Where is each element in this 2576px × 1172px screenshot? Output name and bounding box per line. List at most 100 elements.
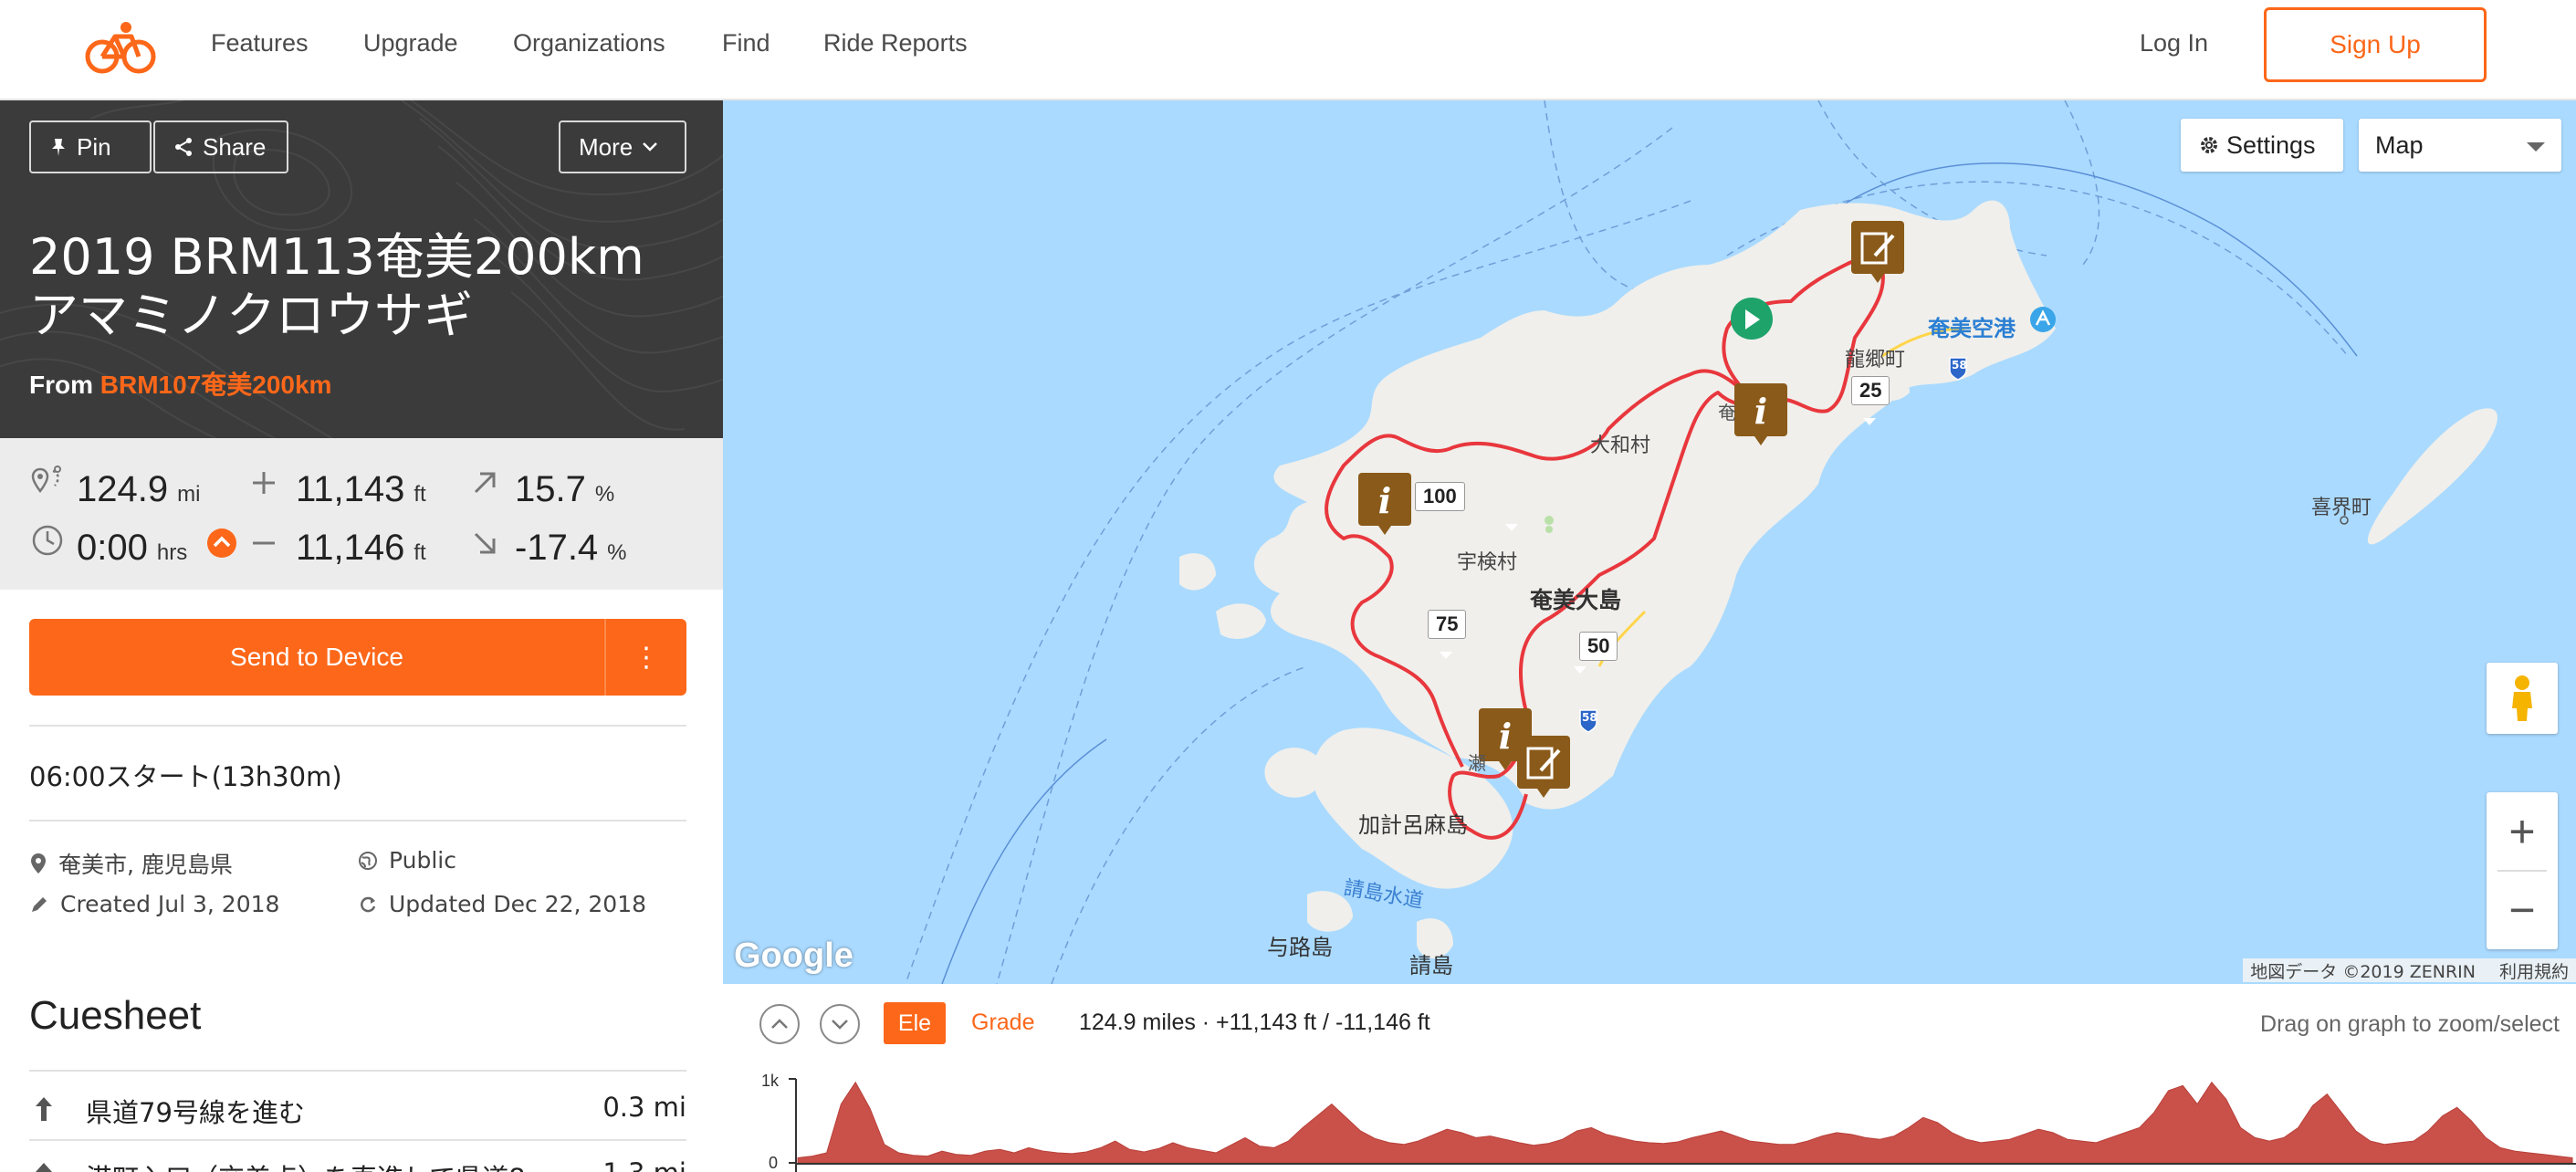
route-58-label: 58: [1582, 711, 1597, 724]
stat-time: 0:00 hrs: [77, 528, 187, 569]
chevron-down-icon: [643, 142, 658, 152]
route-stats: 124.9 mi 11,143 ft 15.7 % 0:00 hrs 11,14…: [0, 438, 723, 590]
arrow-up-right-icon: [474, 472, 496, 494]
nav-upgrade[interactable]: Upgrade: [363, 29, 458, 58]
map-label-tatsugo: 龍郷町: [1845, 349, 1906, 371]
signup-button[interactable]: Sign Up: [2264, 7, 2487, 82]
arrow-down-right-icon: [474, 532, 496, 554]
meta-visibility: Public: [358, 847, 456, 874]
map-label-yamato: 大和村: [1590, 434, 1651, 457]
map-settings-label: Settings: [2226, 131, 2316, 159]
map-type-value: Map: [2375, 131, 2424, 159]
route-details-panel: Pin Share More 2019 BRM113奄美200km アマミノクロ…: [0, 100, 723, 1172]
info-marker-icon[interactable]: i: [1734, 383, 1787, 445]
map-label-kakeroma: 加計呂麻島: [1358, 812, 1468, 838]
updated-text: Updated Dec 22, 2018: [389, 891, 647, 917]
route-title: 2019 BRM113奄美200km アマミノクロウサギ: [29, 228, 705, 345]
elevation-chart[interactable]: [723, 984, 2576, 1172]
ride-with-gps-logo[interactable]: [84, 20, 157, 75]
visibility-text: Public: [389, 847, 456, 874]
divider: [29, 725, 686, 727]
svg-text:i: i: [1378, 480, 1391, 521]
gear-icon: [2201, 137, 2217, 153]
more-label: More: [579, 132, 634, 161]
distance-marker-75[interactable]: 75: [1428, 610, 1467, 639]
map-terms-link[interactable]: 利用規約: [2499, 958, 2569, 983]
street-view-pegman[interactable]: [2487, 663, 2558, 734]
map-canvas[interactable]: i i i: [723, 100, 2576, 984]
zoom-controls: + −: [2487, 792, 2558, 949]
arrow-up-icon: [36, 1163, 52, 1172]
distance-marker-25[interactable]: 25: [1851, 376, 1890, 405]
checkpoint-marker-icon[interactable]: [1851, 221, 1904, 283]
cue-text: 県道79号線を進む: [86, 1097, 305, 1128]
location-pin-icon: [31, 853, 46, 874]
pin-icon: [52, 139, 65, 156]
pin-label: Pin: [77, 132, 111, 161]
share-label: Share: [203, 132, 267, 161]
cue-distance: 0.3 mi: [602, 1092, 686, 1123]
elevation-panel: Ele Grade 124.9 miles · +11,143 ft / -11…: [723, 984, 2576, 1172]
map-label-yoro: 与路島: [1267, 935, 1333, 960]
map-settings-button[interactable]: Settings: [2181, 119, 2343, 172]
more-button[interactable]: More: [559, 120, 686, 173]
svg-text:i: i: [1499, 716, 1512, 757]
location-text: 奄美市, 鹿児島県: [58, 852, 233, 878]
pin-button[interactable]: Pin: [29, 120, 152, 173]
nav-ride-reports[interactable]: Ride Reports: [823, 29, 968, 58]
created-text: Created Jul 3, 2018: [60, 891, 280, 917]
send-to-device-button[interactable]: Send to Device: [29, 619, 604, 696]
distance-unit: mi: [177, 482, 201, 507]
meta-location: 奄美市, 鹿児島県: [29, 847, 233, 880]
distance-value: 124.9: [77, 469, 169, 509]
loss-value: 11,146: [296, 528, 405, 568]
distance-marker-50[interactable]: 50: [1579, 632, 1618, 661]
distance-icon: [31, 466, 61, 494]
map-type-select[interactable]: Map: [2359, 119, 2561, 172]
checkpoint-marker-icon[interactable]: [1517, 736, 1570, 798]
clock-icon: [32, 525, 63, 556]
stat-min-grade: -17.4 %: [515, 528, 627, 569]
nav-organizations[interactable]: Organizations: [513, 29, 665, 58]
nav-features[interactable]: Features: [211, 29, 309, 58]
gain-value: 11,143: [296, 469, 405, 509]
from-link[interactable]: BRM107奄美200km: [100, 371, 332, 399]
pencil-icon: [32, 896, 47, 912]
map-label-kikai: 喜界町: [2311, 497, 2372, 519]
nav-find[interactable]: Find: [722, 29, 770, 58]
time-unit: hrs: [156, 540, 188, 565]
upgrade-chevron-icon[interactable]: [206, 528, 237, 559]
distance-marker-100[interactable]: 100: [1415, 482, 1465, 511]
share-button[interactable]: Share: [153, 120, 288, 173]
cue-row[interactable]: 港町入口（交差点）を直進して県道8 1.3 mi: [29, 1157, 686, 1172]
elevation-profile-area: [797, 1081, 2573, 1164]
refresh-icon: [361, 896, 376, 912]
route-description: 06:00スタート(13h30m): [29, 761, 342, 792]
zoom-in-button[interactable]: +: [2487, 792, 2558, 871]
map-label-uken: 宇検村: [1457, 551, 1518, 574]
divider: [29, 1070, 686, 1072]
route-title-line1: 2019 BRM113奄美200km: [29, 228, 644, 286]
max-grade-unit: %: [594, 482, 615, 507]
map-label-setouchi: 瀬: [1468, 752, 1486, 774]
kikaijima-island: [2367, 408, 2497, 545]
meta-created: Created Jul 3, 2018: [29, 891, 279, 917]
gain-unit: ft: [414, 482, 426, 507]
divider: [29, 1139, 686, 1141]
cue-row[interactable]: 県道79号線を進む 0.3 mi: [29, 1092, 686, 1128]
info-marker-icon[interactable]: i: [1358, 473, 1411, 535]
min-grade-unit: %: [607, 540, 627, 565]
svg-text:i: i: [1754, 391, 1767, 432]
top-navigation: Features Upgrade Organizations Find Ride…: [0, 0, 2576, 100]
meta-updated: Updated Dec 22, 2018: [358, 891, 646, 917]
zoom-out-button[interactable]: −: [2487, 871, 2558, 949]
stat-max-grade: 15.7 %: [515, 469, 614, 510]
send-options-button[interactable]: ⋮: [606, 619, 686, 696]
map-label-airport: 奄美空港: [1928, 316, 2016, 341]
minus-icon: [253, 541, 275, 545]
plus-icon: [253, 472, 275, 494]
cue-distance: 1.3 mi: [602, 1157, 686, 1172]
login-link[interactable]: Log In: [2140, 29, 2208, 58]
divider: [29, 820, 686, 821]
route-map[interactable]: i i i 奄美空港 龍郷町 大和村 宇検村 奄美大島 喜界町 加計呂麻島 請島…: [723, 100, 2576, 984]
